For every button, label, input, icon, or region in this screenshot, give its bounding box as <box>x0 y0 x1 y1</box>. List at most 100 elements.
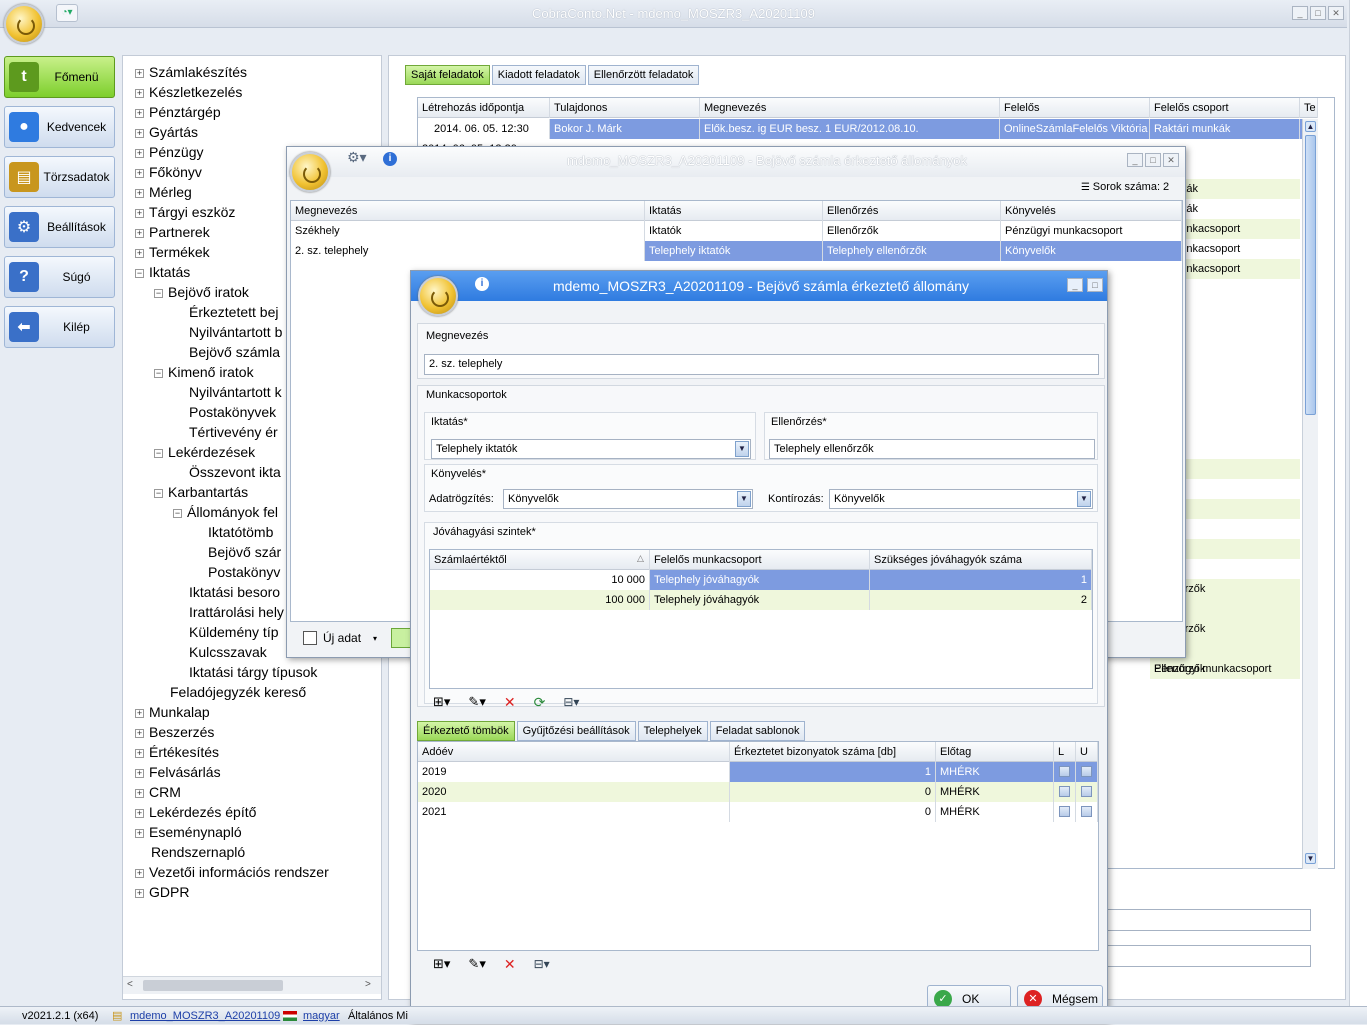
tree-node[interactable]: + CRM <box>135 782 181 802</box>
expand-toggle-icon[interactable]: + <box>135 708 144 718</box>
maximize-button[interactable]: □ <box>1145 153 1161 167</box>
column-header[interactable]: Te <box>1300 98 1318 118</box>
name-input[interactable]: 2. sz. telephely <box>424 354 1099 375</box>
column-header[interactable]: Megnevezés <box>291 201 645 221</box>
column-header[interactable]: Felelős csoport <box>1150 98 1300 118</box>
app-menu-orb-icon[interactable] <box>4 4 44 44</box>
checkbox[interactable] <box>1059 806 1070 817</box>
edit-row-icon[interactable]: ✎▾ <box>468 694 485 710</box>
expand-toggle-icon[interactable]: − <box>135 268 144 278</box>
tree-node[interactable]: − Állományok fel <box>173 502 278 522</box>
tree-node[interactable]: Postakönyvek <box>173 402 276 422</box>
edit-row-icon[interactable]: ✎▾ <box>468 956 485 972</box>
minimize-button[interactable]: _ <box>1127 153 1143 167</box>
dialog-orb-icon[interactable] <box>290 152 330 192</box>
tasks-vertical-scrollbar[interactable]: ▲ ▼ <box>1302 119 1318 869</box>
expand-toggle-icon[interactable]: + <box>135 188 144 198</box>
expand-toggle-icon[interactable]: + <box>135 868 144 878</box>
table-row[interactable]: 10 000 Telephely jóváhagyók 1 <box>430 570 1092 590</box>
adatrogzites-select[interactable]: Könyvelők ▼ <box>503 489 753 509</box>
expand-toggle-icon[interactable]: − <box>154 488 163 498</box>
tree-node[interactable]: + Lekérdezés építő <box>135 802 256 822</box>
expand-toggle-icon[interactable]: + <box>135 888 144 898</box>
kontirozas-select[interactable]: Könyvelők ▼ <box>829 489 1093 509</box>
column-header[interactable]: Könyvelés <box>1001 201 1182 221</box>
checkbox[interactable] <box>1081 766 1092 777</box>
tree-node[interactable]: − Iktatás <box>135 262 190 282</box>
maximize-button[interactable]: □ <box>1087 278 1103 292</box>
tree-node[interactable]: Iktatási besoro <box>173 582 280 602</box>
table-row[interactable]: Székhely Iktatók Ellenőrzők Pénzügyi munkac… <box>291 221 1182 241</box>
iktatas-select[interactable]: Telephely iktatók ▼ <box>431 439 751 459</box>
view-options-icon[interactable]: ⊟▾ <box>534 957 550 971</box>
scroll-up-icon[interactable]: ▲ <box>1305 121 1316 132</box>
scroll-right-icon[interactable]: > <box>365 979 371 990</box>
tree-node[interactable]: Bejövő számla <box>173 342 280 362</box>
expand-toggle-icon[interactable]: + <box>135 108 144 118</box>
ellenorzes-select[interactable]: Telephely ellenőrzők <box>769 439 1095 459</box>
add-row-icon[interactable]: ⊞▾ <box>433 956 450 972</box>
tree-node[interactable]: − Karbantartás <box>154 482 248 502</box>
column-header[interactable]: Adóév <box>418 742 730 762</box>
tree-node[interactable]: + Készletkezelés <box>135 82 242 102</box>
tree-node[interactable]: + Felvásárlás <box>135 762 221 782</box>
tree-node[interactable]: − Kimenő iratok <box>154 362 254 382</box>
chevron-down-icon[interactable]: ▼ <box>735 441 749 457</box>
tree-node[interactable]: + Munkalap <box>135 702 210 722</box>
tree-node[interactable]: + Főkönyv <box>135 162 202 182</box>
tree-node[interactable]: + Eseménynapló <box>135 822 242 842</box>
dialog-orb-icon[interactable] <box>418 276 458 316</box>
expand-toggle-icon[interactable]: + <box>135 68 144 78</box>
info-icon[interactable]: i <box>383 152 397 166</box>
tree-node[interactable]: Bejövő szár <box>192 542 281 562</box>
table-row[interactable]: 2. sz. telephely Telephely iktatók Telephe… <box>291 241 1182 261</box>
tree-node[interactable]: Iktatási tárgy típusok <box>173 662 317 682</box>
column-header[interactable]: Szükséges jóváhagyók száma <box>870 550 1092 570</box>
tree-node[interactable]: − Bejövő iratok <box>154 282 249 302</box>
nav-button-clipboard[interactable]: ▤ Törzsadatok <box>4 156 115 198</box>
tree-node[interactable]: + Pénztárgép <box>135 102 221 122</box>
database-link[interactable]: mdemo_MOSZR3_A20201109 <box>130 1007 280 1025</box>
scroll-left-icon[interactable]: < <box>127 979 133 990</box>
tree-horizontal-scrollbar[interactable]: < > <box>123 976 381 994</box>
scroll-thumb[interactable] <box>143 980 283 991</box>
bottom-text-field-2[interactable] <box>1103 945 1311 967</box>
tree-node[interactable]: + Számlakészítés <box>135 62 247 82</box>
column-header[interactable]: Iktatás <box>645 201 823 221</box>
tree-node[interactable]: + Partnerek <box>135 222 210 242</box>
table-row[interactable]: 100 000 Telephely jóváhagyók 2 <box>430 590 1092 610</box>
settings-gear-icon[interactable]: ⚙▾ <box>347 149 367 166</box>
tab-stations[interactable]: Telephelyek <box>637 721 708 741</box>
expand-toggle-icon[interactable]: + <box>135 148 144 158</box>
nav-button-gear[interactable]: ⚙ Beállítások <box>4 206 115 248</box>
tree-node[interactable]: + Mérleg <box>135 182 192 202</box>
column-header[interactable]: Létrehozás időpontja <box>418 98 550 118</box>
tree-node[interactable]: + Pénzügy <box>135 142 203 162</box>
nav-button-help[interactable]: ? Súgó <box>4 256 115 298</box>
table-row[interactable]: 2020 0 MHÉRK <box>418 782 1098 802</box>
nav-button-home-menu[interactable]: t Főmenü <box>4 56 115 98</box>
chevron-down-icon[interactable]: ▼ <box>1077 491 1091 507</box>
tab-collection[interactable]: Gyűjtőzési beállítások <box>516 721 636 741</box>
tree-node[interactable]: Nyilvántartott b <box>173 322 282 342</box>
table-row[interactable]: 2019 1 MHÉRK <box>418 762 1098 782</box>
column-header[interactable]: Előtag <box>936 742 1054 762</box>
chevron-down-icon[interactable]: ▼ <box>737 491 751 507</box>
column-header[interactable]: Ellenőrzés <box>823 201 1001 221</box>
column-header[interactable]: Tulajdonos <box>550 98 700 118</box>
tree-node[interactable]: Kulcsszavak <box>173 642 267 662</box>
column-header[interactable]: Megnevezés <box>700 98 1000 118</box>
column-header[interactable]: U <box>1076 742 1098 762</box>
minimize-button[interactable]: _ <box>1067 278 1083 292</box>
column-header[interactable]: Számlaértéktől <box>430 550 650 570</box>
checkbox[interactable] <box>1081 806 1092 817</box>
checkbox[interactable] <box>1081 786 1092 797</box>
expand-toggle-icon[interactable]: + <box>135 248 144 258</box>
nav-button-map-pin[interactable]: ● Kedvencek <box>4 106 115 148</box>
scroll-thumb[interactable] <box>1305 135 1316 415</box>
refresh-icon[interactable]: ⟳ <box>534 694 546 711</box>
expand-toggle-icon[interactable]: − <box>173 508 182 518</box>
delete-row-icon[interactable]: ✕ <box>504 956 516 973</box>
tree-node[interactable]: + Vezetői információs rendszer <box>135 862 329 882</box>
tree-node[interactable]: + Tárgyi eszköz <box>135 202 235 222</box>
